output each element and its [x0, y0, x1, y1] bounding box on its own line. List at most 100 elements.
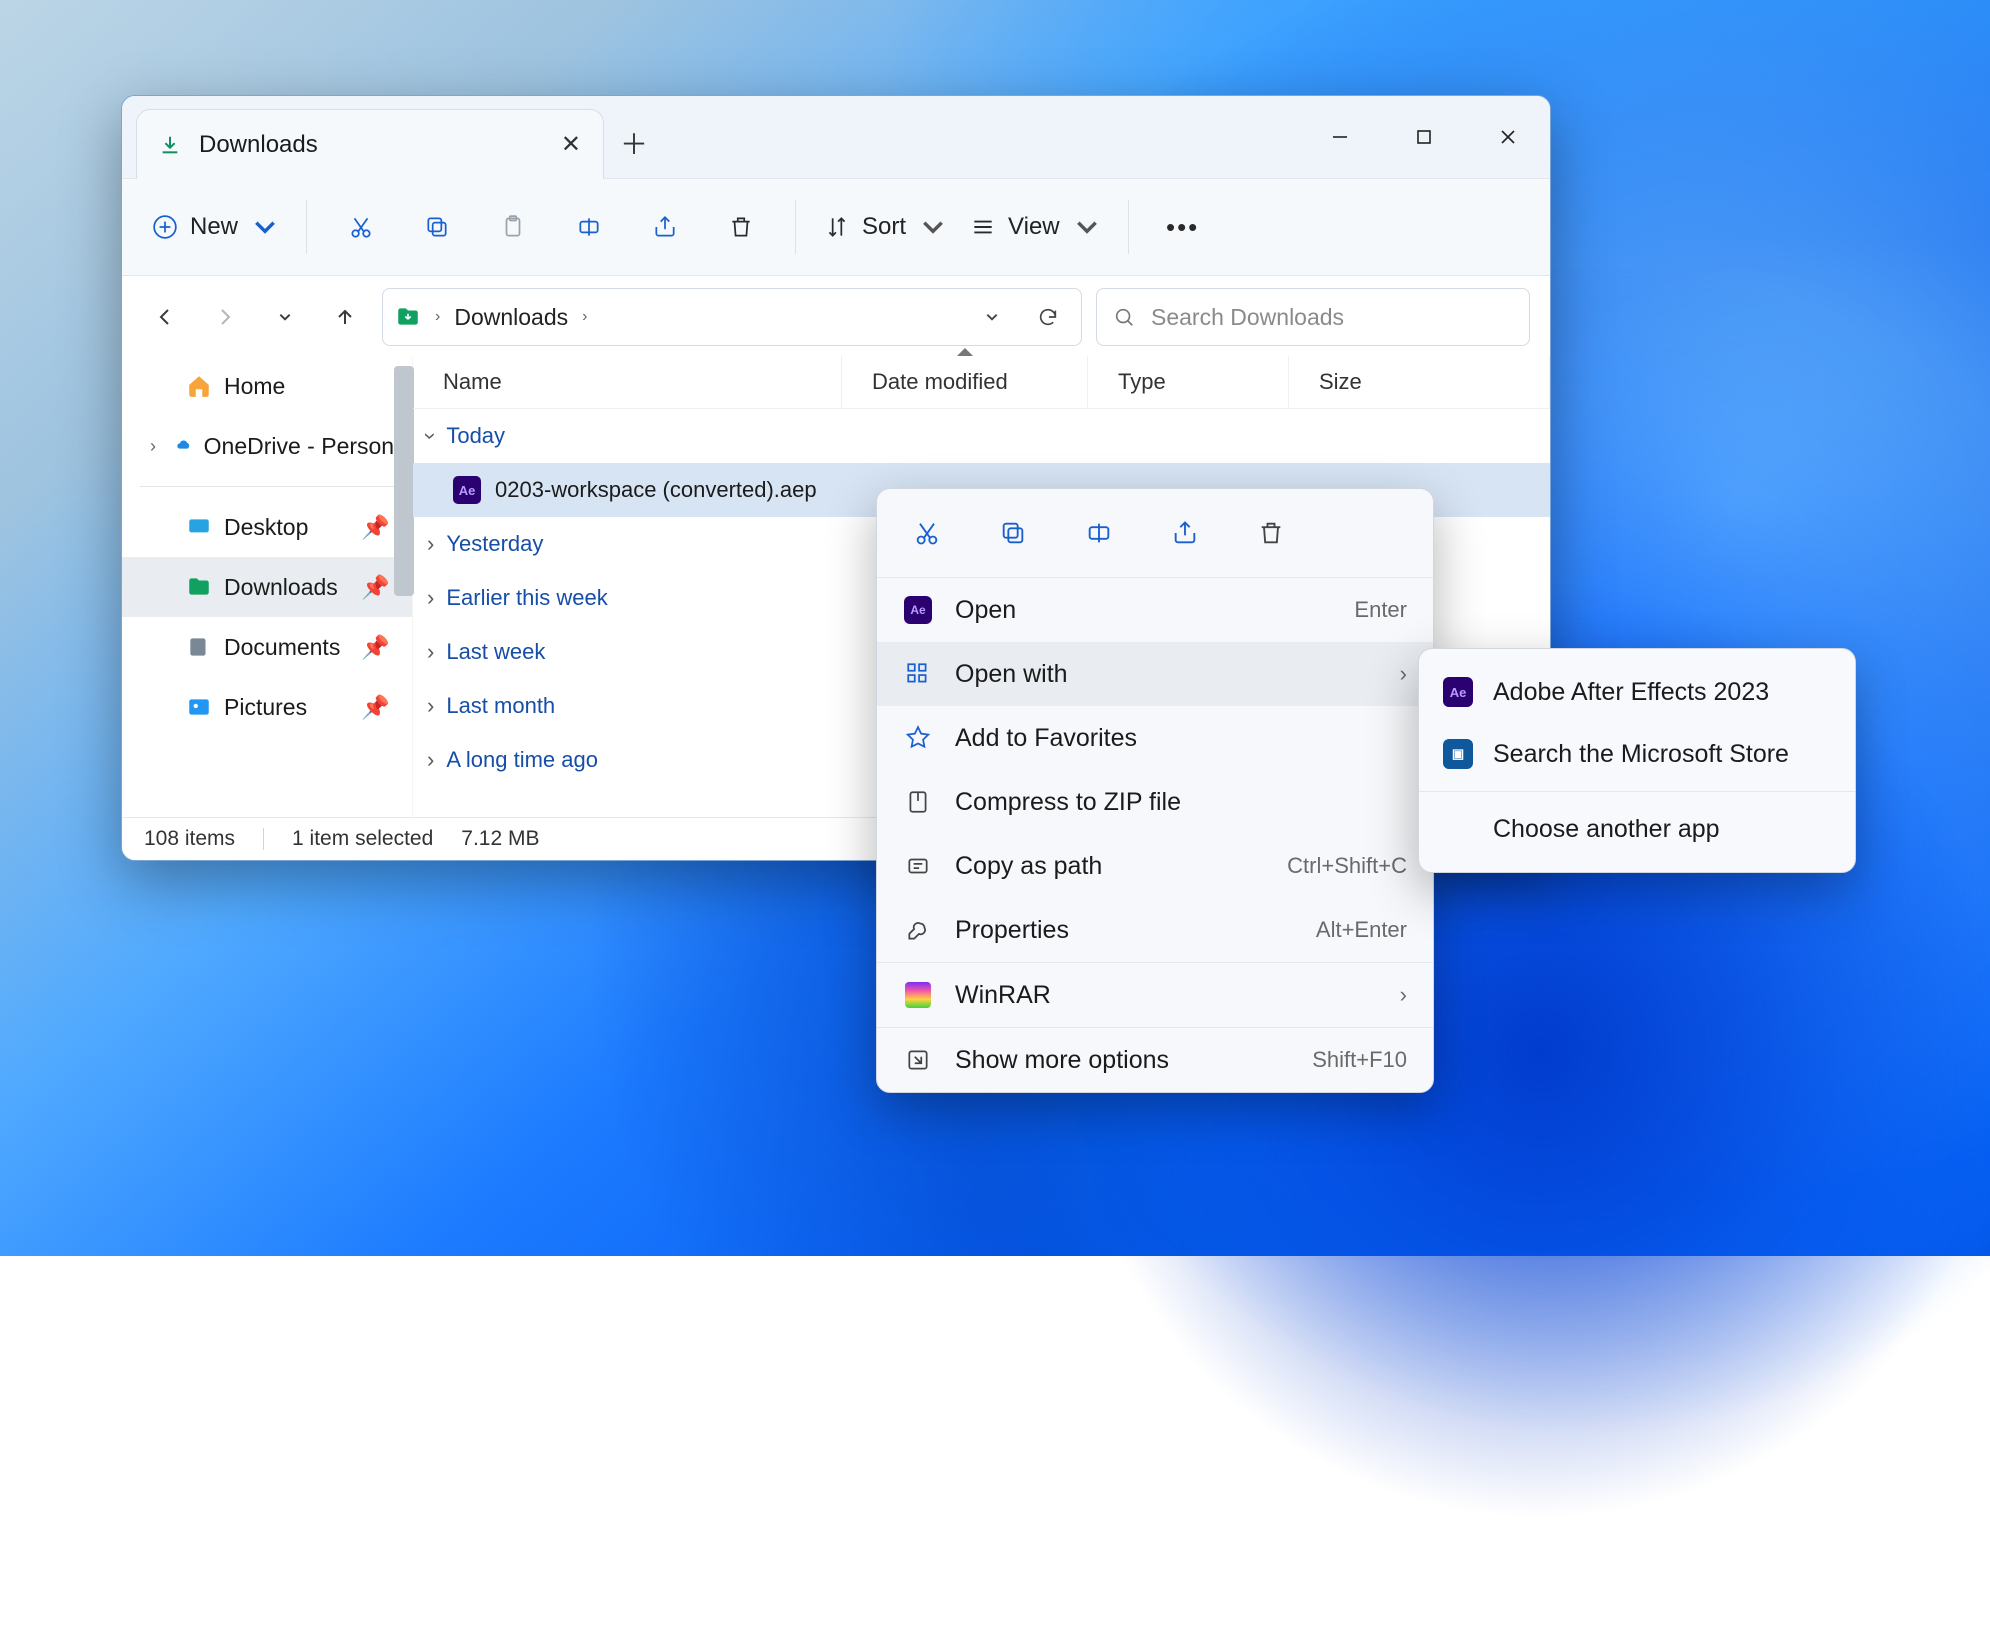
submenu-label: Choose another app	[1493, 815, 1720, 844]
ctx-item-winrar[interactable]: WinRAR ›	[877, 963, 1433, 1027]
sidebar-label: Home	[224, 373, 285, 400]
close-button[interactable]	[1466, 96, 1550, 178]
desktop-folder-icon	[186, 514, 212, 540]
sidebar-item-home[interactable]: Home	[122, 356, 412, 416]
downloads-folder-icon	[395, 304, 421, 330]
submenu-item-choose-app[interactable]: Choose another app	[1419, 798, 1855, 860]
ctx-copy-button[interactable]	[993, 513, 1033, 553]
chevron-right-icon: ›	[427, 531, 434, 557]
breadcrumb-segment[interactable]: Downloads	[454, 304, 568, 331]
refresh-button[interactable]	[1027, 296, 1069, 338]
status-item-count: 108 items	[144, 827, 235, 851]
nav-row: › Downloads ›	[122, 275, 1550, 358]
sidebar-label: Downloads	[224, 574, 338, 601]
tab-title: Downloads	[199, 131, 318, 159]
sidebar-label: OneDrive - Personal	[204, 433, 412, 460]
paste-button[interactable]	[479, 201, 547, 253]
view-label: View	[1008, 213, 1060, 241]
ctx-item-copy-path[interactable]: Copy as path Ctrl+Shift+C	[877, 834, 1433, 898]
sidebar-item-onedrive[interactable]: › OneDrive - Personal	[122, 416, 412, 476]
after-effects-icon: Ae	[453, 476, 481, 504]
status-selected-size: 7.12 MB	[461, 827, 539, 851]
ctx-item-show-more[interactable]: Show more options Shift+F10	[877, 1028, 1433, 1092]
ctx-item-compress-zip[interactable]: Compress to ZIP file	[877, 770, 1433, 834]
breadcrumb-chevron-icon[interactable]: ›	[435, 308, 440, 326]
sidebar-scrollbar[interactable]	[394, 366, 414, 596]
chevron-down-icon: ›	[418, 432, 444, 439]
delete-button[interactable]	[707, 201, 775, 253]
sort-label: Sort	[862, 213, 906, 241]
onedrive-icon	[176, 433, 191, 459]
expand-chevron-icon[interactable]: ›	[150, 436, 164, 457]
ms-store-icon: ▣	[1443, 739, 1473, 769]
tab-downloads[interactable]: Downloads ✕	[136, 109, 604, 179]
minimize-button[interactable]	[1298, 96, 1382, 178]
maximize-button[interactable]	[1382, 96, 1466, 178]
search-input[interactable]	[1149, 303, 1513, 332]
column-label: Size	[1319, 369, 1362, 395]
ctx-item-add-favorites[interactable]: Add to Favorites	[877, 706, 1433, 770]
pin-icon[interactable]: 📌	[361, 634, 390, 661]
window-titlebar[interactable]: Downloads ✕ ＋	[122, 96, 1550, 178]
copy-button[interactable]	[403, 201, 471, 253]
submenu-item-ms-store[interactable]: ▣ Search the Microsoft Store	[1419, 723, 1855, 785]
column-label: Name	[443, 369, 502, 395]
separator	[1128, 200, 1129, 254]
recent-dropdown[interactable]	[262, 294, 308, 340]
ctx-shortcut: Shift+F10	[1312, 1047, 1407, 1073]
back-button[interactable]	[142, 294, 188, 340]
file-name: 0203-workspace (converted).aep	[495, 477, 817, 503]
chevron-down-icon	[1074, 214, 1100, 240]
ctx-item-open[interactable]: Ae Open Enter	[877, 578, 1433, 642]
column-size[interactable]: Size	[1289, 356, 1550, 408]
submenu-item-after-effects[interactable]: Ae Adobe After Effects 2023	[1419, 661, 1855, 723]
group-today[interactable]: ›Today	[413, 409, 1550, 463]
pin-icon[interactable]: 📌	[361, 514, 390, 541]
sidebar-item-documents[interactable]: Documents 📌	[122, 617, 412, 677]
column-name[interactable]: Name	[413, 356, 842, 408]
separator	[795, 200, 796, 254]
ctx-item-open-with[interactable]: Open with ›	[877, 642, 1433, 706]
forward-button[interactable]	[202, 294, 248, 340]
new-tab-button[interactable]: ＋	[604, 108, 664, 178]
separator	[263, 828, 264, 850]
ctx-cut-button[interactable]	[907, 513, 947, 553]
column-date-modified[interactable]: Date modified	[842, 356, 1088, 408]
sidebar-item-desktop[interactable]: Desktop 📌	[122, 497, 412, 557]
group-label: Last month	[446, 693, 555, 719]
sidebar-item-pictures[interactable]: Pictures 📌	[122, 677, 412, 737]
separator	[306, 200, 307, 254]
ctx-delete-button[interactable]	[1251, 513, 1291, 553]
open-with-submenu: Ae Adobe After Effects 2023 ▣ Search the…	[1418, 648, 1856, 873]
rename-button[interactable]	[555, 201, 623, 253]
more-button[interactable]: •••	[1149, 201, 1217, 253]
group-label: Yesterday	[446, 531, 543, 557]
new-button[interactable]: New	[144, 201, 286, 253]
ctx-label: Open	[955, 596, 1016, 625]
sort-button[interactable]: Sort	[816, 201, 954, 253]
ctx-item-properties[interactable]: Properties Alt+Enter	[877, 898, 1433, 962]
search-box[interactable]	[1096, 288, 1530, 346]
sidebar-item-downloads[interactable]: Downloads 📌	[122, 557, 412, 617]
pin-icon[interactable]: 📌	[361, 694, 390, 721]
ctx-share-button[interactable]	[1165, 513, 1205, 553]
tab-close-icon[interactable]: ✕	[561, 130, 581, 159]
submenu-chevron-icon: ›	[1400, 661, 1407, 687]
chevron-right-icon: ›	[427, 693, 434, 719]
cut-button[interactable]	[327, 201, 395, 253]
sidebar-separator	[140, 486, 394, 487]
address-history-button[interactable]	[971, 296, 1013, 338]
address-bar[interactable]: › Downloads ›	[382, 288, 1082, 346]
share-button[interactable]	[631, 201, 699, 253]
sidebar-label: Desktop	[224, 514, 308, 541]
up-button[interactable]	[322, 294, 368, 340]
view-button[interactable]: View	[962, 201, 1108, 253]
command-toolbar: New Sort View •••	[122, 178, 1550, 275]
pin-icon[interactable]: 📌	[361, 574, 390, 601]
context-quick-actions	[877, 489, 1433, 578]
column-type[interactable]: Type	[1088, 356, 1289, 408]
zip-icon	[903, 787, 933, 817]
breadcrumb-chevron-icon[interactable]: ›	[582, 308, 587, 326]
home-icon	[186, 373, 212, 399]
ctx-rename-button[interactable]	[1079, 513, 1119, 553]
